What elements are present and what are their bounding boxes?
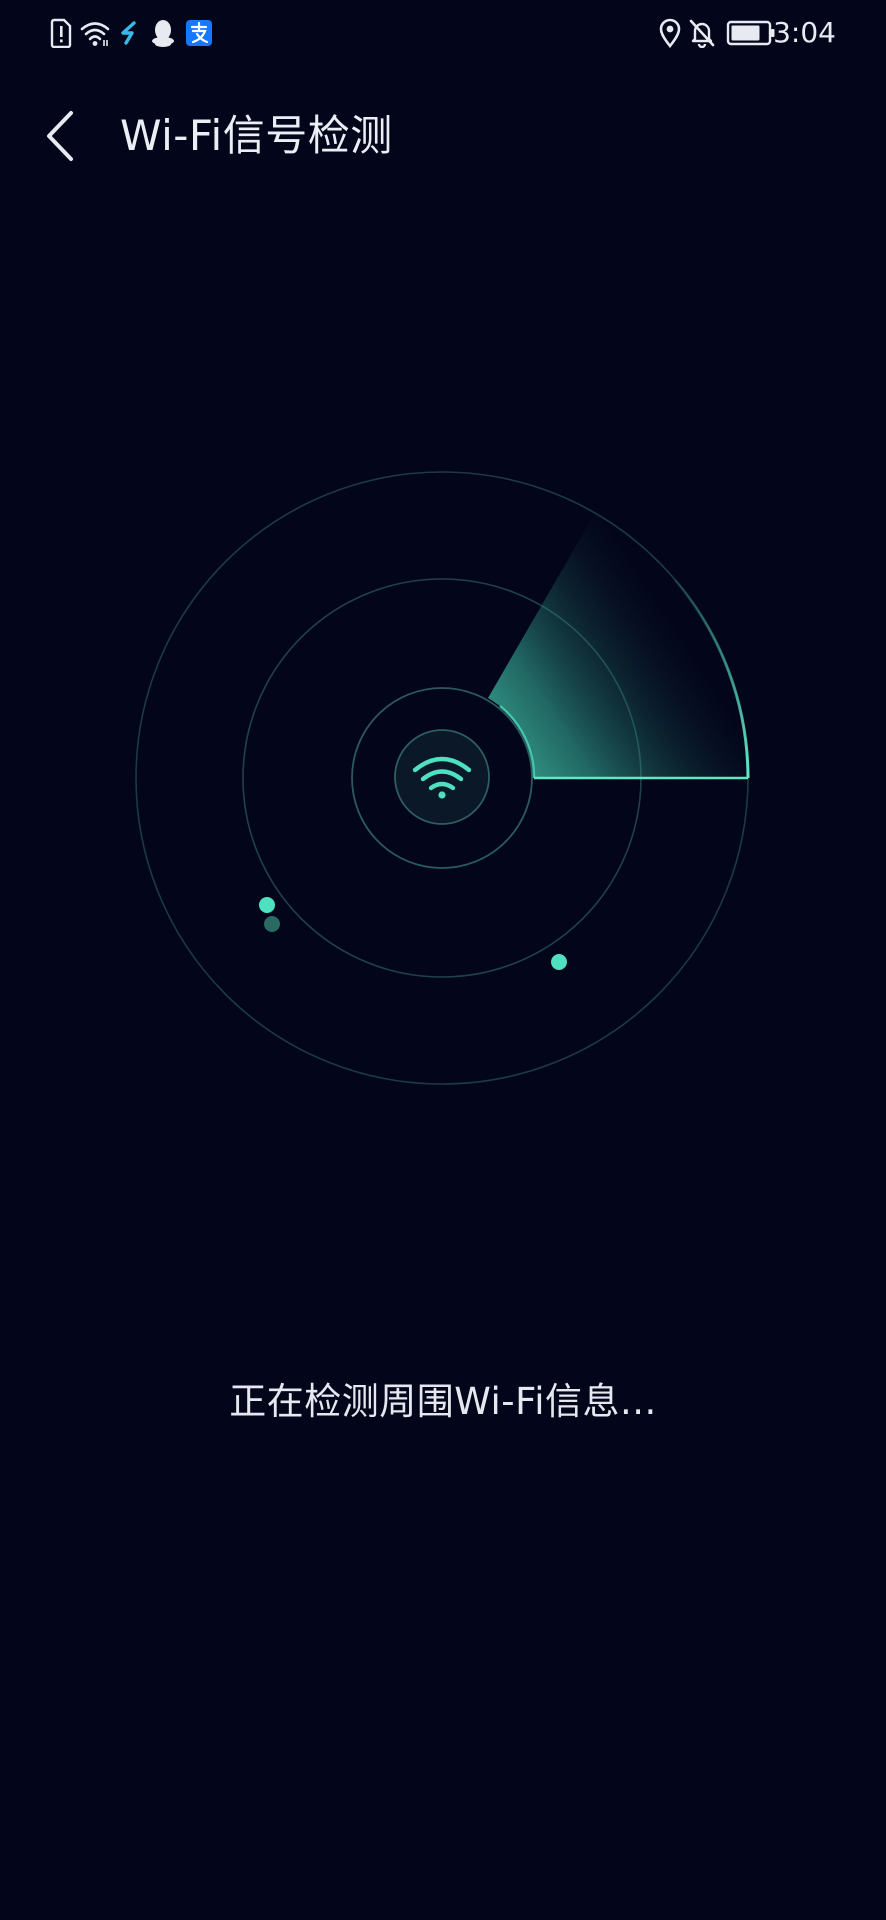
detected-network-dot — [259, 897, 275, 913]
radar-sweep-inner-edge — [499, 705, 536, 779]
detected-network-dot — [264, 916, 280, 932]
sync-app-icon — [121, 21, 136, 45]
wifi-signal-icon — [80, 22, 110, 46]
status-bar: 3:04 — [0, 0, 886, 66]
page-title: Wi-Fi信号检测 — [120, 111, 393, 160]
battery-icon — [726, 20, 775, 46]
notifications-off-icon — [689, 19, 715, 48]
radar-sweep — [488, 513, 748, 778]
status-time: 3:04 — [773, 16, 836, 49]
sim-alert-icon — [50, 18, 72, 48]
back-button[interactable] — [30, 106, 90, 166]
detected-network-dot — [551, 954, 567, 970]
qq-icon — [152, 20, 174, 47]
radar-sweep-edge — [673, 579, 750, 779]
radar-scanner — [135, 471, 750, 1085]
location-icon — [659, 18, 681, 48]
wifi-scan-screen: 3:04 Wi-Fi信号检测 正在检测周围Wi-Fi信息... — [0, 0, 886, 1920]
app-bar: Wi-Fi信号检测 — [0, 96, 886, 176]
radar-hub — [394, 729, 490, 825]
scan-status-message: 正在检测周围Wi-Fi信息... — [229, 1380, 657, 1423]
chevron-left-icon — [47, 111, 73, 161]
alipay-icon — [186, 20, 212, 46]
